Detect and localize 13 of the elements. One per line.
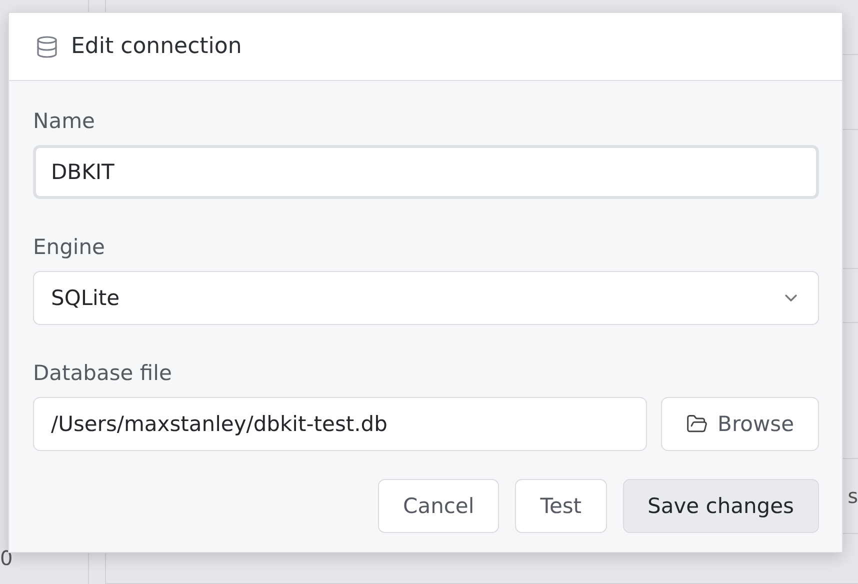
field-label: Name	[33, 109, 96, 133]
dialog-title: Edit connection	[71, 34, 242, 59]
browse-button[interactable]: Browse	[660, 397, 819, 451]
save-button[interactable]: Save changes	[622, 479, 819, 533]
engine-dropdown[interactable]: SQLite	[33, 271, 819, 325]
folder-icon	[686, 413, 708, 435]
name-field[interactable]: DBKIT	[33, 145, 819, 199]
dialog-button[interactable]: Test	[515, 479, 607, 533]
file-path-field[interactable]: /Users/maxstanley/dbkit-test.db	[33, 397, 647, 451]
field-label: Database file	[33, 361, 173, 385]
dialog-button[interactable]: Cancel	[378, 479, 500, 533]
database-icon	[35, 34, 59, 58]
field-label: Engine	[33, 235, 106, 259]
